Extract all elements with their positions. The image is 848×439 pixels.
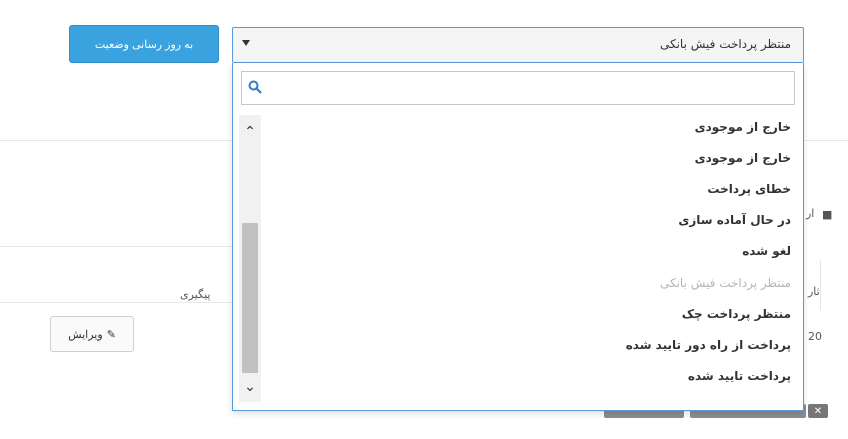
option-awaiting-bank-slip[interactable]: منتظر پرداخت فیش بانکی	[253, 267, 793, 298]
search-icon	[248, 80, 262, 94]
status-dropdown: ⌃ ⌄ خارج از موجودی خارج از موجودی خطای پ…	[232, 63, 804, 411]
option-cancelled[interactable]: لغو شده	[253, 236, 793, 267]
edit-button-label: ویرایش	[68, 328, 103, 341]
divider	[0, 246, 232, 247]
divider	[0, 302, 232, 303]
option-out-of-stock[interactable]: خارج از موجودی	[253, 111, 793, 142]
status-select-value: منتظر پرداخت فیش بانکی	[659, 37, 791, 51]
close-icon: ✕	[813, 405, 823, 417]
divider	[0, 140, 232, 141]
option-payment-error[interactable]: خطای پرداخت	[253, 173, 793, 204]
option-list: خارج از موجودی خارج از موجودی خطای پرداخ…	[253, 111, 793, 392]
section-title-fragment: ار	[806, 207, 815, 220]
truck-icon: ■	[822, 208, 833, 221]
row-label-fragment: ثار	[808, 285, 820, 298]
pencil-icon: ✎	[106, 328, 116, 341]
tracking-label: پیگیری	[180, 288, 211, 301]
dropdown-search	[241, 71, 795, 105]
option-remote-payment-confirmed[interactable]: پرداخت از راه دور تایید شده	[253, 329, 793, 360]
divider	[804, 140, 848, 141]
row-value-fragment: 20	[808, 330, 822, 343]
search-input[interactable]	[268, 75, 788, 101]
edit-button[interactable]: ✎ ویرایش	[50, 316, 134, 352]
remove-tag-button[interactable]: ✕	[808, 404, 828, 418]
option-payment-confirmed[interactable]: پرداخت تایید شده	[253, 361, 793, 392]
chevron-down-icon	[242, 40, 250, 46]
divider	[820, 260, 821, 310]
update-status-button[interactable]: به روز رسانی وضعیت	[69, 25, 219, 63]
option-out-of-stock[interactable]: خارج از موجودی	[253, 142, 793, 173]
option-awaiting-check[interactable]: منتظر پرداخت چک	[253, 298, 793, 329]
status-select[interactable]: منتظر پرداخت فیش بانکی	[232, 27, 804, 63]
option-preparing[interactable]: در حال آماده سازی	[253, 205, 793, 236]
